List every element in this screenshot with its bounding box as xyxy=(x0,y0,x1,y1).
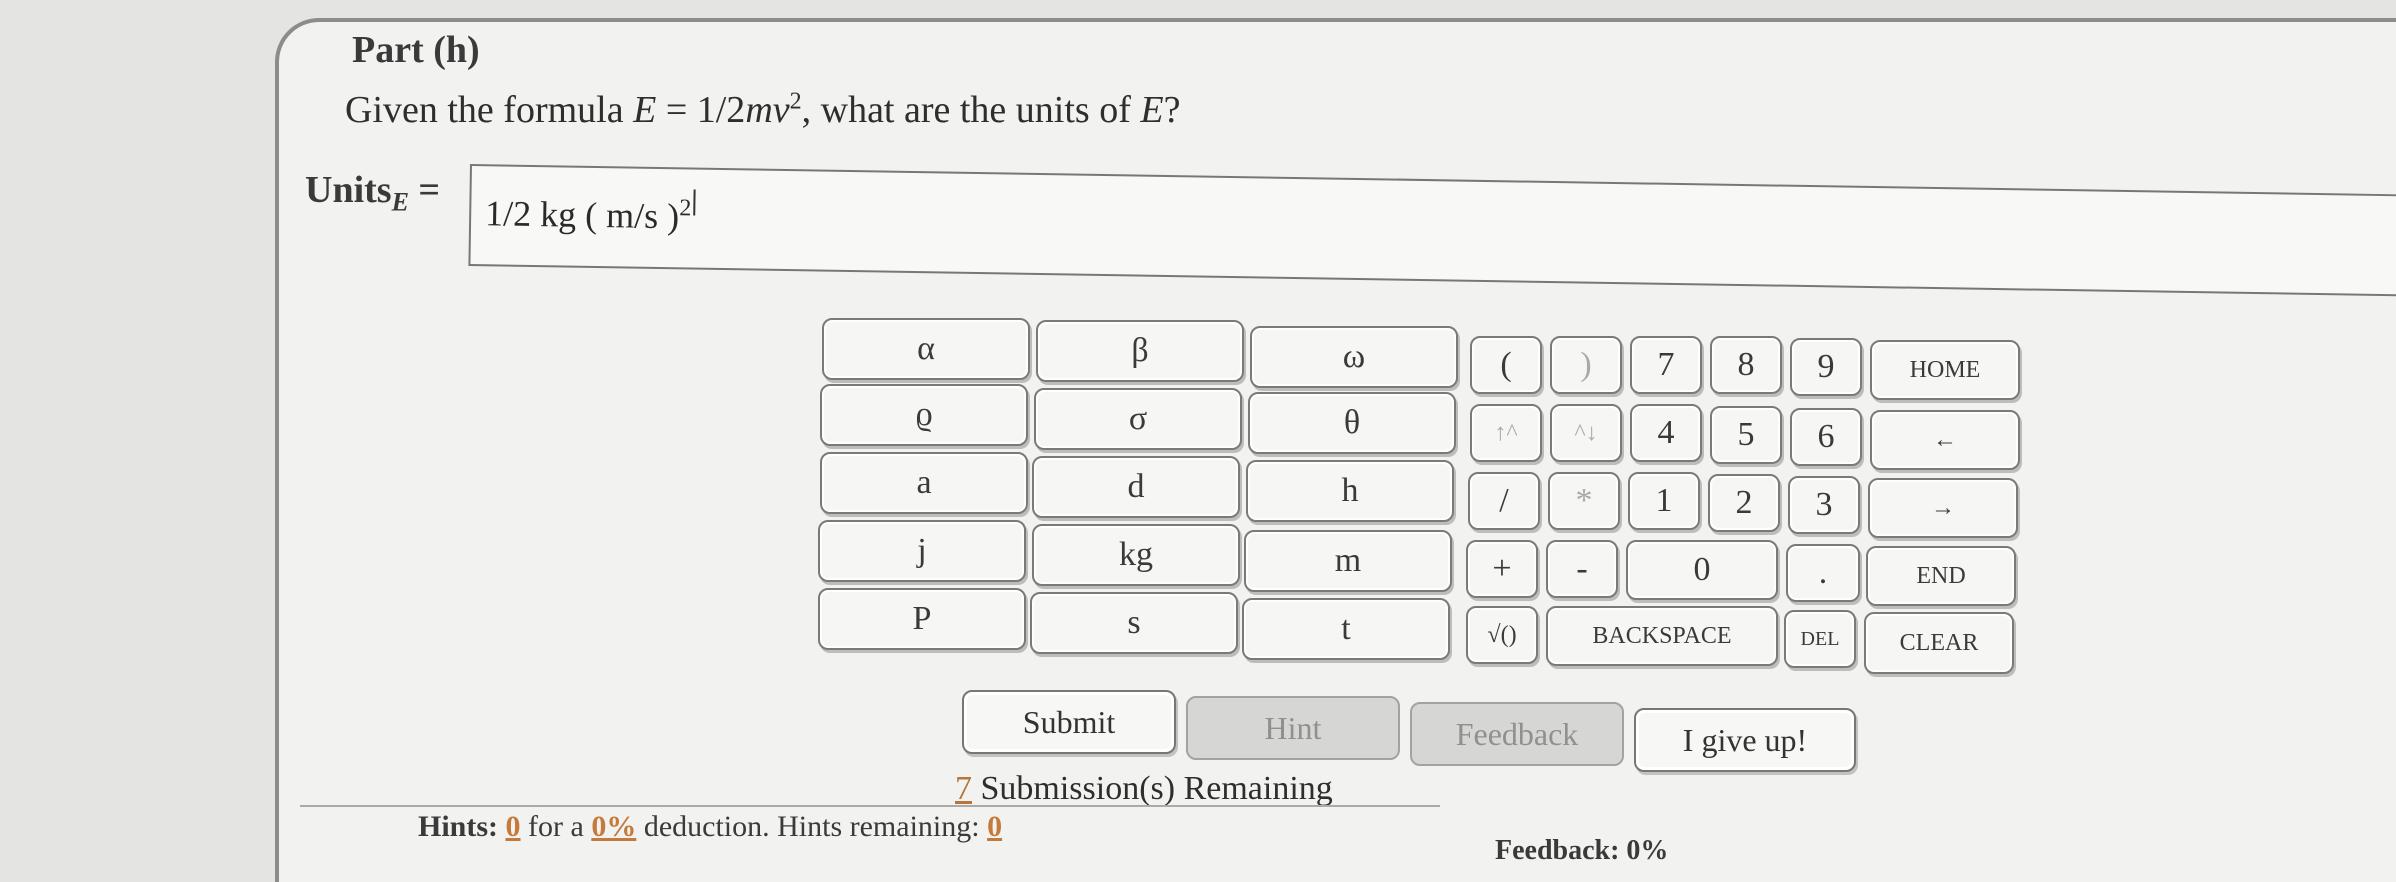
key-multiply[interactable]: * xyxy=(1548,472,1620,530)
key-2[interactable]: 2 xyxy=(1708,474,1780,532)
key-open-paren[interactable]: ( xyxy=(1470,336,1542,394)
part-title: Part (h) xyxy=(352,29,480,71)
submissions-remaining: 7 Submission(s) Remaining xyxy=(955,770,1333,808)
key-sigma[interactable]: σ xyxy=(1034,388,1242,450)
key-clear[interactable]: CLEAR xyxy=(1864,612,2014,674)
key-beta[interactable]: β xyxy=(1036,320,1244,382)
hints-for-a: for a xyxy=(528,810,584,843)
hints-remaining: 0 xyxy=(987,810,1003,843)
question-mark: ? xyxy=(1163,89,1181,131)
key-h[interactable]: h xyxy=(1246,460,1454,522)
key-6[interactable]: 6 xyxy=(1790,408,1862,466)
answer-expression: 1/2 kg ( m/s ) xyxy=(484,193,680,237)
key-d[interactable]: d xyxy=(1032,456,1240,518)
key-superscript-up[interactable]: ↑^ xyxy=(1470,404,1542,462)
key-1[interactable]: 1 xyxy=(1628,472,1700,530)
units-word: Units xyxy=(305,169,392,211)
var-e-2: E xyxy=(1140,89,1164,131)
key-7[interactable]: 7 xyxy=(1630,336,1702,394)
hints-label: Hints: xyxy=(418,810,499,843)
question-text: Given the formula E = 1/2mv2, what are t… xyxy=(345,88,1180,132)
key-divide[interactable]: / xyxy=(1468,472,1540,530)
hints-summary: Hints: 0 for a 0% deduction. Hints remai… xyxy=(418,810,1002,844)
submissions-count: 7 xyxy=(955,770,972,807)
key-j[interactable]: j xyxy=(818,520,1026,582)
feedback-summary: Feedback: 0% xyxy=(1495,835,1669,866)
key-theta[interactable]: θ xyxy=(1248,392,1456,454)
key-s[interactable]: s xyxy=(1030,592,1238,654)
key-m[interactable]: m xyxy=(1244,530,1452,592)
key-sqrt[interactable]: √() xyxy=(1466,606,1538,664)
key-end[interactable]: END xyxy=(1866,546,2016,606)
key-9[interactable]: 9 xyxy=(1790,338,1862,396)
key-superscript-down[interactable]: ^↓ xyxy=(1550,404,1622,462)
key-del[interactable]: DEL xyxy=(1784,610,1856,668)
key-close-paren[interactable]: ) xyxy=(1550,336,1622,394)
key-5[interactable]: 5 xyxy=(1710,406,1782,464)
key-omega[interactable]: ω xyxy=(1250,326,1458,388)
question-equals: = 1/2 xyxy=(656,89,746,131)
give-up-button[interactable]: I give up! xyxy=(1634,708,1856,772)
key-plus[interactable]: + xyxy=(1466,540,1538,598)
submit-button[interactable]: Submit xyxy=(962,690,1176,754)
key-right-arrow[interactable]: → xyxy=(1868,478,2018,538)
key-a[interactable]: a xyxy=(820,452,1028,514)
feedback-button[interactable]: Feedback xyxy=(1410,702,1624,766)
key-minus[interactable]: - xyxy=(1546,540,1618,598)
submissions-text: Submission(s) Remaining xyxy=(972,770,1333,807)
key-3[interactable]: 3 xyxy=(1788,476,1860,534)
hint-button[interactable]: Hint xyxy=(1186,696,1400,760)
answer-value: 1/2 kg ( m/s )2 xyxy=(485,186,696,237)
exponent: 2 xyxy=(789,88,802,115)
key-home[interactable]: HOME xyxy=(1870,340,2020,400)
key-p[interactable]: P xyxy=(818,588,1026,650)
answer-exponent: 2 xyxy=(679,195,692,222)
units-subscript: E xyxy=(391,187,409,217)
units-equals: = xyxy=(408,169,441,211)
key-t[interactable]: t xyxy=(1242,598,1450,660)
key-alpha[interactable]: α xyxy=(822,318,1030,380)
key-left-arrow[interactable]: ← xyxy=(1870,410,2020,470)
divider xyxy=(300,805,1440,807)
key-0[interactable]: 0 xyxy=(1626,540,1778,600)
key-decimal[interactable]: . xyxy=(1786,544,1860,602)
question-prefix: Given the formula xyxy=(345,89,634,131)
key-backspace[interactable]: BACKSPACE xyxy=(1546,606,1778,666)
hints-count: 0 xyxy=(505,810,521,843)
hints-deduction: deduction. Hints remaining: xyxy=(643,810,980,843)
key-8[interactable]: 8 xyxy=(1710,336,1782,394)
var-e: E xyxy=(633,89,657,131)
text-caret xyxy=(693,189,696,216)
key-rho[interactable]: ϱ xyxy=(820,384,1028,446)
question-suffix: , what are the units of xyxy=(801,89,1141,131)
hints-percent: 0% xyxy=(591,810,637,843)
var-mv: mv xyxy=(745,89,790,131)
key-4[interactable]: 4 xyxy=(1630,404,1702,462)
key-kg[interactable]: kg xyxy=(1032,524,1240,586)
units-label: UnitsE = xyxy=(305,168,440,218)
